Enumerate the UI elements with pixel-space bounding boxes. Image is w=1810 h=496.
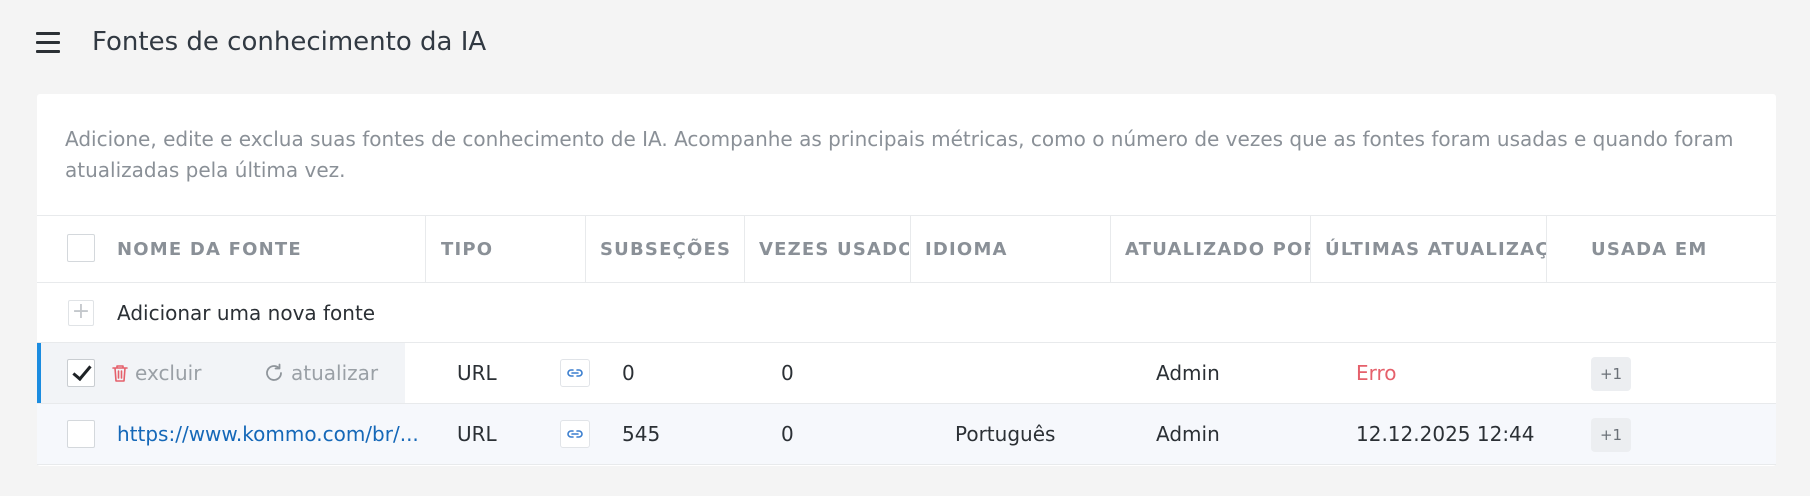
hamburger-menu-icon[interactable] (36, 32, 60, 54)
select-all-checkbox[interactable] (67, 234, 95, 262)
column-header-last-updates[interactable]: ÚLTIMAS ATUALIZAÇÕ (1325, 216, 1546, 282)
update-label: atualizar (291, 361, 379, 385)
updated-by: Admin (1156, 422, 1220, 446)
column-header-language[interactable]: IDIOMA (925, 216, 1105, 282)
column-header-times-used[interactable]: VEZES USADO (759, 216, 909, 282)
column-divider (1310, 216, 1311, 283)
column-divider (744, 216, 745, 283)
column-divider (1546, 216, 1547, 283)
used-in-badge[interactable]: +1 (1591, 418, 1631, 452)
column-header-updated-by[interactable]: ATUALIZADO POR (1125, 216, 1310, 282)
column-divider (425, 216, 426, 283)
delete-label: excluir (135, 361, 202, 385)
column-header-used-in[interactable]: USADA EM (1591, 216, 1771, 282)
plus-icon[interactable]: + (68, 300, 94, 326)
table-row[interactable]: excluir atualizar URL 0 0 Admin Erro +1 (37, 343, 1776, 404)
add-source-label[interactable]: Adicionar uma nova fonte (117, 283, 375, 343)
add-source-row[interactable]: + Adicionar uma nova fonte (37, 283, 1776, 343)
trash-icon (111, 363, 129, 383)
column-divider (910, 216, 911, 283)
link-icon[interactable] (560, 359, 590, 387)
column-header-source-name[interactable]: NOME DA FONTE (117, 216, 457, 282)
table-row[interactable]: https://www.kommo.com/br/... URL 545 0 P… (37, 404, 1776, 465)
used-in-badge[interactable]: +1 (1591, 357, 1631, 391)
subsections-count: 545 (622, 422, 661, 446)
page-description: Adicione, edite e exclua suas fontes de … (65, 127, 1734, 182)
link-icon[interactable] (560, 420, 590, 448)
column-header-type[interactable]: TIPO (441, 216, 581, 282)
update-button[interactable]: atualizar (263, 343, 378, 403)
sources-table: NOME DA FONTE TIPO SUBSEÇÕES VEZES USADO… (37, 215, 1776, 465)
top-bar: Fontes de conhecimento da IA (0, 0, 1810, 92)
row-checkbox[interactable] (67, 359, 95, 387)
table-header-row: NOME DA FONTE TIPO SUBSEÇÕES VEZES USADO… (37, 216, 1776, 283)
source-type: URL (457, 361, 497, 385)
refresh-icon (263, 362, 285, 384)
column-divider (585, 216, 586, 283)
last-update-status: Erro (1356, 361, 1397, 385)
column-header-subsections[interactable]: SUBSEÇÕES (600, 216, 740, 282)
column-divider (1110, 216, 1111, 283)
last-update-date: 12.12.2025 12:44 (1356, 422, 1535, 446)
delete-button[interactable]: excluir (111, 343, 201, 403)
updated-by: Admin (1156, 361, 1220, 385)
times-used-count: 0 (781, 361, 794, 385)
subsections-count: 0 (622, 361, 635, 385)
source-name-link[interactable]: https://www.kommo.com/br/... (117, 404, 427, 464)
source-type: URL (457, 422, 497, 446)
page-title: Fontes de conhecimento da IA (92, 27, 487, 57)
knowledge-sources-card: Adicione, edite e exclua suas fontes de … (37, 94, 1776, 466)
row-checkbox[interactable] (67, 420, 95, 448)
source-language: Português (955, 422, 1056, 446)
times-used-count: 0 (781, 422, 794, 446)
